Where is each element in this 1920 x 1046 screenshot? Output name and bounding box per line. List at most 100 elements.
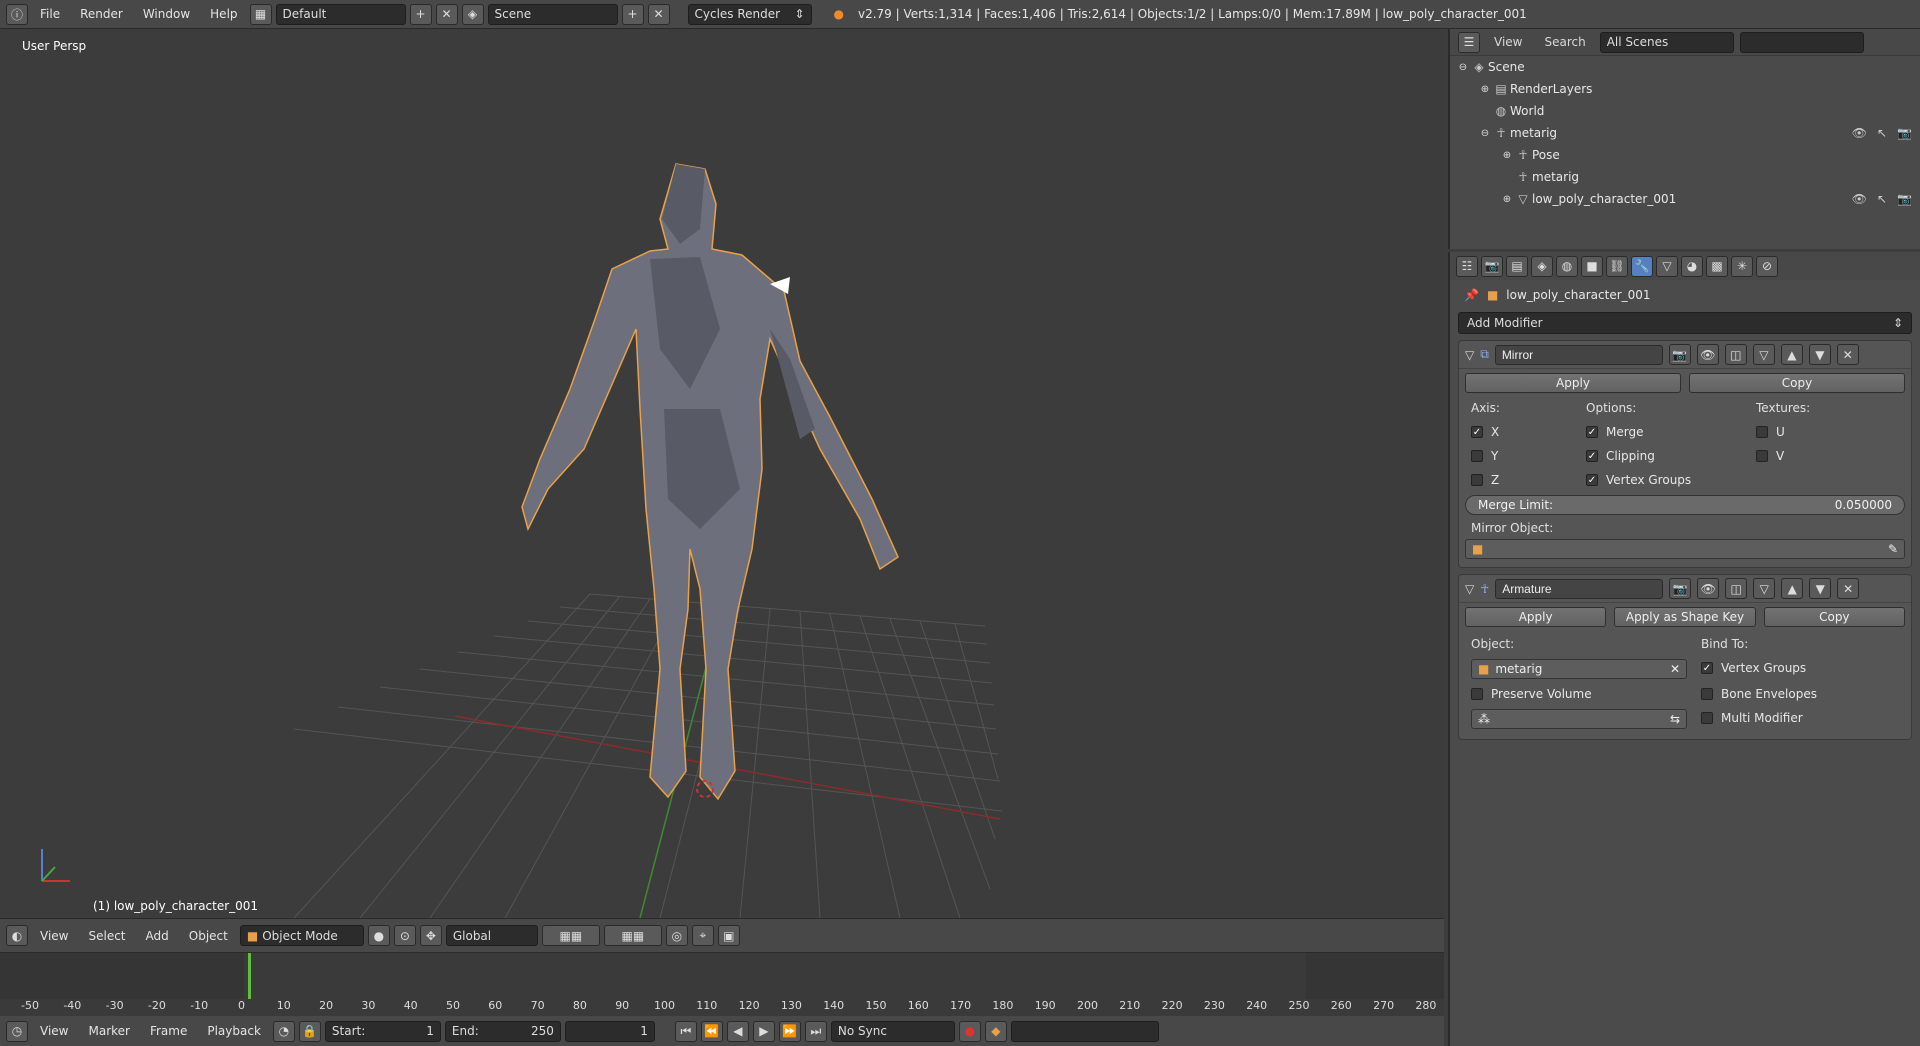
remove-modifier-icon[interactable]: ✕ [1836,344,1859,365]
layers-grid-icon[interactable]: ▦▦ [541,925,600,946]
armature-apply-button[interactable]: Apply [1465,607,1607,627]
mirror-apply-button[interactable]: Apply [1465,373,1681,393]
remove-modifier-icon[interactable]: ✕ [1837,578,1860,599]
modifiers-tab-icon[interactable]: 🔧 [1631,255,1653,277]
renderable-camera-icon[interactable]: 📷 [1897,126,1912,140]
sync-select[interactable]: No Sync [830,1020,955,1042]
menu-select[interactable]: Select [80,929,133,943]
axis-x-checkbox[interactable]: ✓ X [1471,423,1586,441]
lock-icon[interactable]: 🔒 [298,1020,321,1042]
proportional-edit-icon[interactable]: ◎ [665,925,688,946]
menu-timeline-view[interactable]: View [32,1024,76,1038]
pin-icon[interactable]: 📌 [1464,288,1479,302]
eyedropper-icon[interactable]: ✎ [1888,542,1898,556]
record-icon[interactable]: ● [958,1020,981,1042]
menu-add[interactable]: Add [138,929,177,943]
next-keyframe-icon[interactable]: ⏩ [778,1020,801,1042]
current-frame-marker[interactable] [248,953,251,999]
viewport-toggle-icon[interactable]: 👁 [1697,578,1720,599]
expand-toggle-icon[interactable]: ⊕ [1478,84,1492,95]
menu-help[interactable]: Help [202,7,245,21]
mirror-object-field[interactable]: ■ ✎ [1465,539,1905,559]
bind-vertex-groups-checkbox[interactable]: ✓ Vertex Groups [1701,659,1899,677]
physics-tab-icon[interactable]: ⊘ [1756,255,1778,277]
layout-select[interactable]: Default [275,3,406,25]
axis-z-checkbox[interactable]: Z [1471,471,1586,489]
preview-range-icon[interactable]: ◔ [272,1020,295,1042]
remove-scene-icon[interactable]: ✕ [647,3,670,25]
render-engine-select[interactable]: Cycles Render ⇕ [687,3,812,25]
editmode-toggle-icon[interactable]: ◫ [1724,344,1747,365]
viewport-shading-icon[interactable]: ● [367,925,390,946]
display-mode-select[interactable]: All Scenes [1599,31,1734,53]
visibility-eye-icon[interactable]: 👁 [1852,126,1867,140]
expand-toggle-icon[interactable]: ⊕ [1500,150,1514,161]
add-layout-icon[interactable]: + [409,3,432,25]
menu-window[interactable]: Window [135,7,198,21]
collapse-triangle-icon[interactable]: ▽ [1465,582,1474,596]
world-tab-icon[interactable]: ◍ [1556,255,1578,277]
editor-type-3dview-icon[interactable]: ◐ [6,925,28,946]
move-up-icon[interactable]: ▲ [1780,344,1803,365]
screen-layout-icon[interactable]: ▦ [249,3,272,25]
outliner-menu-search[interactable]: Search [1536,35,1593,49]
cage-toggle-icon[interactable]: ▽ [1752,344,1775,365]
cage-toggle-icon[interactable]: ▽ [1753,578,1776,599]
outliner-search-input[interactable] [1739,31,1864,53]
editor-type-outliner-icon[interactable]: ☰ [1458,31,1480,53]
mode-select[interactable]: ■ Object Mode [239,925,364,946]
editmode-toggle-icon[interactable]: ◫ [1725,578,1748,599]
render-toggle-icon[interactable]: 📷 [1668,344,1691,365]
pivot-point-icon[interactable]: ⊙ [393,925,416,946]
keying-set-field[interactable] [1010,1020,1159,1042]
particles-tab-icon[interactable]: ✳ [1731,255,1753,277]
object-tab-icon[interactable]: ■ [1581,255,1603,277]
clear-icon[interactable]: ✕ [1670,662,1680,676]
menu-marker[interactable]: Marker [80,1024,137,1038]
menu-frame[interactable]: Frame [142,1024,195,1038]
end-frame-field[interactable]: End: 250 [444,1020,561,1042]
expand-toggle-icon[interactable]: ⊖ [1456,62,1470,73]
transform-orientation-select[interactable]: Global [445,925,538,946]
selectable-cursor-icon[interactable]: ↖ [1877,192,1887,206]
render-toggle-icon[interactable]: 📷 [1669,578,1692,599]
outliner-menu-view[interactable]: View [1486,35,1530,49]
outliner-item[interactable]: ☥ metarig [1450,166,1920,188]
jump-end-icon[interactable]: ⏭ [804,1020,827,1042]
expand-toggle-icon[interactable]: ⊖ [1478,128,1492,139]
manipulator-icon[interactable]: ✥ [419,925,442,946]
menu-view[interactable]: View [32,929,76,943]
texture-tab-icon[interactable]: ▩ [1706,255,1728,277]
mirror-copy-button[interactable]: Copy [1689,373,1905,393]
armature-name-field[interactable] [1495,578,1664,599]
texture-u-checkbox[interactable]: U [1756,423,1899,441]
editor-type-timeline-icon[interactable]: ◷ [6,1020,28,1042]
constraints-tab-icon[interactable]: ⛓ [1606,255,1628,277]
bone-envelopes-checkbox[interactable]: Bone Envelopes [1701,685,1899,703]
clipping-checkbox[interactable]: ✓ Clipping [1586,447,1756,465]
expand-toggle-icon[interactable]: ⊕ [1500,194,1514,205]
viewport-toggle-icon[interactable]: 👁 [1696,344,1719,365]
keyframe-icon[interactable]: ◆ [984,1020,1007,1042]
render-layers-tab-icon[interactable]: ▤ [1506,255,1528,277]
vertex-group-field[interactable]: ⁂ ⇆ [1471,709,1687,729]
timeline-area[interactable]: -50 -40 -30 -20 -10 0 10 20 30 40 50 60 70 80 90 100 110… [0,952,1444,1016]
preserve-volume-checkbox[interactable]: Preserve Volume [1471,685,1701,703]
texture-v-checkbox[interactable]: V [1756,447,1899,465]
material-tab-icon[interactable]: ◕ [1681,255,1703,277]
axis-y-checkbox[interactable]: Y [1471,447,1586,465]
add-modifier-button[interactable]: Add Modifier ⇕ [1458,312,1912,334]
jump-start-icon[interactable]: ⏮ [674,1020,697,1042]
armature-object-field[interactable]: ■ metarig ✕ [1471,659,1687,679]
selectable-cursor-icon[interactable]: ↖ [1877,126,1887,140]
move-up-icon[interactable]: ▲ [1781,578,1804,599]
snap-icon[interactable]: ⌖ [691,925,714,946]
menu-object[interactable]: Object [181,929,236,943]
menu-playback[interactable]: Playback [199,1024,269,1038]
scene-select[interactable]: Scene [487,3,618,25]
outliner-item[interactable]: ◍ World [1450,100,1920,122]
invert-icon[interactable]: ⇆ [1670,712,1680,726]
outliner-item[interactable]: ⊕ ▤ RenderLayers [1450,78,1920,100]
play-reverse-icon[interactable]: ◀ [726,1020,749,1042]
outliner-item[interactable]: ⊕ ▽ low_poly_character_001 👁 ↖ 📷 [1450,188,1920,210]
